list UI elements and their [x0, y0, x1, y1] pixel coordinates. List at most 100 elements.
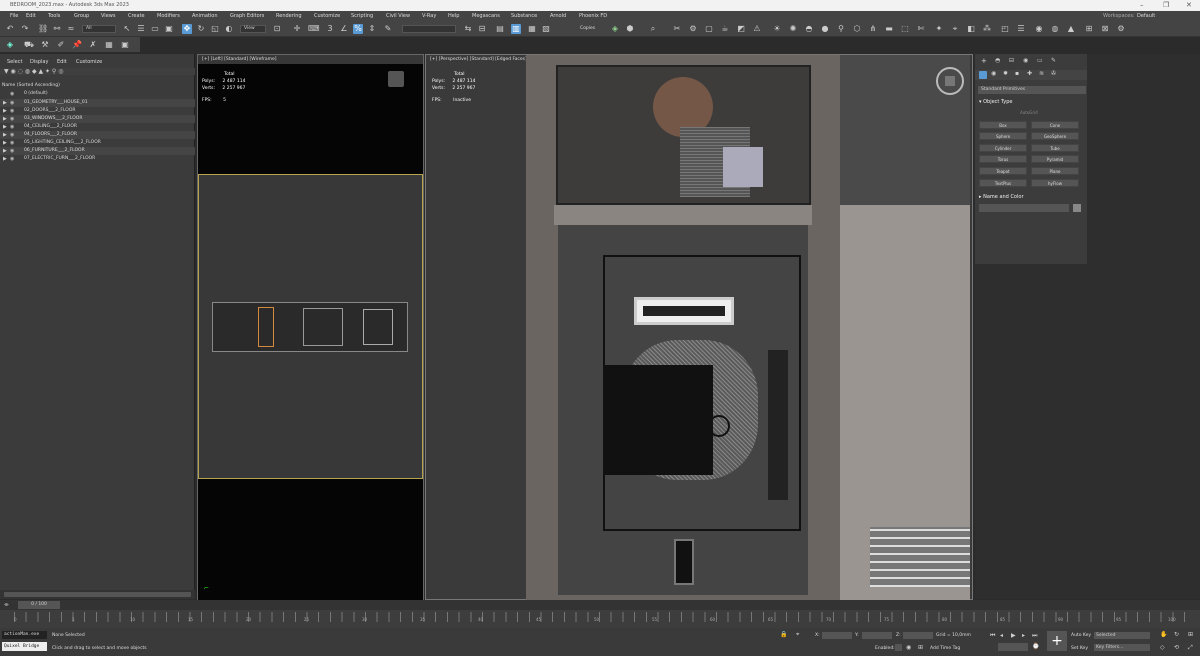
- bind-spacewarp-icon[interactable]: ≈: [66, 24, 76, 34]
- time-config-icon[interactable]: ⌯: [4, 601, 9, 609]
- utilities-tab-icon[interactable]: ✎: [1051, 57, 1056, 64]
- vray-material-icon[interactable]: ◍: [1050, 24, 1060, 34]
- eye-icon[interactable]: ◉: [10, 107, 14, 115]
- brush-icon[interactable]: ✐: [56, 40, 66, 50]
- expand-arrow-icon[interactable]: ▶: [3, 115, 7, 123]
- maximize-icon[interactable]: ❐: [1163, 1, 1169, 9]
- frame-icon[interactable]: ▣: [120, 40, 130, 50]
- torus-button[interactable]: Torus: [979, 155, 1027, 163]
- menu-customize[interactable]: Customize: [314, 13, 340, 19]
- zoom-icon[interactable]: ⌕: [648, 24, 658, 34]
- quixel-icon[interactable]: ◈: [5, 40, 15, 50]
- play-icon[interactable]: ▶: [1011, 632, 1016, 639]
- expand-arrow-icon[interactable]: ▶: [3, 131, 7, 139]
- lock-icon[interactable]: 🔒: [780, 631, 787, 638]
- textplus-button[interactable]: TextPlus: [979, 179, 1027, 187]
- menu-megascans[interactable]: Megascans: [472, 13, 500, 19]
- angle-snap-icon[interactable]: ∠: [339, 24, 349, 34]
- cylinder-button[interactable]: Cylinder: [979, 144, 1027, 152]
- autogrid-checkbox[interactable]: AutoGrid: [1020, 110, 1038, 115]
- set-key-icon[interactable]: +: [1047, 631, 1067, 651]
- close-icon[interactable]: ✕: [1186, 1, 1192, 9]
- minimize-icon[interactable]: –: [1140, 1, 1144, 9]
- expand-arrow-icon[interactable]: ▶: [3, 99, 7, 107]
- vray-camera-icon[interactable]: ⌖: [950, 24, 960, 34]
- viewport-perspective[interactable]: [+] [Perspective] [Standard] [Edged Face…: [425, 54, 973, 601]
- layer-row[interactable]: ▶ ◉ 03_WINDOWS___2_FLOOR: [0, 115, 195, 123]
- menu-file[interactable]: File: [10, 13, 18, 19]
- select-manipulate-icon[interactable]: ✛: [292, 24, 302, 34]
- geosphere-button[interactable]: GeoSphere: [1031, 132, 1079, 140]
- object-color-swatch[interactable]: [1073, 204, 1081, 212]
- layer-row[interactable]: ▶ ◉ 07_ELECTRIC_FURN___2_FLOOR: [0, 155, 195, 163]
- snaps-toggle-icon[interactable]: 3: [325, 24, 335, 34]
- sort-header[interactable]: Name (Sorted Ascending): [0, 83, 195, 90]
- cone-button[interactable]: Cone: [1031, 121, 1079, 129]
- add-time-tag[interactable]: Add Time Tag: [930, 646, 960, 651]
- spacewarps-icon[interactable]: ≋: [1039, 70, 1044, 77]
- vray-icon[interactable]: ◈: [610, 24, 620, 34]
- vray-toon-icon[interactable]: ▲: [1066, 24, 1076, 34]
- layer-row[interactable]: ▶ ◉ 04_FLOORS___2_FLOOR: [0, 131, 195, 139]
- tab-display[interactable]: Display: [30, 59, 48, 65]
- expand-arrow-icon[interactable]: ▶: [3, 107, 7, 115]
- eye-icon[interactable]: ◉: [10, 99, 14, 107]
- spinner-snap-icon[interactable]: ⇕: [367, 24, 377, 34]
- vray-lister-icon[interactable]: ☰: [1016, 24, 1026, 34]
- menu-civil-view[interactable]: Civil View: [386, 13, 410, 19]
- redo-icon[interactable]: ↷: [20, 24, 30, 34]
- percent-snap-icon[interactable]: %: [353, 24, 363, 34]
- time-tag-icon[interactable]: ⊞: [918, 644, 923, 651]
- z-coord-field[interactable]: [903, 632, 933, 639]
- orbit-icon[interactable]: ↻: [1174, 631, 1179, 638]
- set-key-button[interactable]: Set Key: [1071, 646, 1088, 651]
- eye-icon[interactable]: ◉: [10, 147, 14, 155]
- render-production-icon[interactable]: ◩: [736, 24, 746, 34]
- warning-icon[interactable]: ⚠: [752, 24, 762, 34]
- layer-row[interactable]: ▶ ◉ 05_LIGHTING_CEILING___2_FLOOR: [0, 139, 195, 147]
- vray-sphere-icon[interactable]: ●: [820, 24, 830, 34]
- box-button[interactable]: Box: [979, 121, 1027, 129]
- viewcube-face[interactable]: [945, 76, 955, 86]
- geometry-icon[interactable]: [979, 71, 987, 79]
- menu-group[interactable]: Group: [74, 13, 89, 19]
- unlink-icon[interactable]: ⚯: [52, 24, 62, 34]
- vray-bulb-icon[interactable]: ✦: [934, 24, 944, 34]
- menu-arnold[interactable]: Arnold: [550, 13, 566, 19]
- primitive-type-dropdown[interactable]: Standard Primitives: [978, 86, 1086, 94]
- current-frame-field[interactable]: [998, 643, 1028, 651]
- vray-clipper-icon[interactable]: ✄: [916, 24, 926, 34]
- vray-plane-icon[interactable]: ▬: [884, 24, 894, 34]
- select-by-name-icon[interactable]: ☰: [136, 24, 146, 34]
- vray-cosmos-icon[interactable]: ◉: [1034, 24, 1044, 34]
- viewcube-icon[interactable]: [936, 67, 964, 95]
- vray-mesh-icon[interactable]: ⬡: [852, 24, 862, 34]
- viewport-left[interactable]: [+] [Left] [Standard] [Wireframe] Total …: [197, 54, 424, 601]
- render-icon[interactable]: ☕: [720, 24, 730, 34]
- menu-substance[interactable]: Substance: [511, 13, 537, 19]
- layer-row[interactable]: ▶ ◉ 04_CEILING___2_FLOOR: [0, 123, 195, 131]
- eye-icon[interactable]: ◉: [10, 139, 14, 147]
- eye-icon[interactable]: ◉: [10, 123, 14, 131]
- select-place-icon[interactable]: ◐: [224, 24, 234, 34]
- menu-modifiers[interactable]: Modifiers: [157, 13, 180, 19]
- layer-explorer-icon[interactable]: ▤: [495, 24, 505, 34]
- sphere-button[interactable]: Sphere: [979, 132, 1027, 140]
- eye-icon[interactable]: ◉: [10, 90, 14, 98]
- shapes-icon[interactable]: ◉: [991, 70, 996, 77]
- vray-settings-icon[interactable]: ⚙: [1116, 24, 1126, 34]
- zoom-extents-icon[interactable]: ⊞: [1188, 631, 1193, 638]
- mirror-icon[interactable]: ⇆: [463, 24, 473, 34]
- bridge-icon[interactable]: ⛟: [24, 40, 34, 50]
- vray-sun-icon[interactable]: ✺: [788, 24, 798, 34]
- absolute-mode-icon[interactable]: ⌖: [796, 631, 799, 639]
- menu-animation[interactable]: Animation: [192, 13, 218, 19]
- link-icon[interactable]: ⛓: [38, 24, 48, 34]
- menu-views[interactable]: Views: [101, 13, 115, 19]
- menu-help[interactable]: Help: [448, 13, 459, 19]
- y-coord-field[interactable]: [862, 632, 892, 639]
- selection-filter-dropdown[interactable]: All: [82, 25, 116, 33]
- tube-button[interactable]: Tube: [1031, 144, 1079, 152]
- eye-icon[interactable]: ◉: [10, 131, 14, 139]
- viewport-label[interactable]: [+] [Left] [Standard] [Wireframe]: [202, 57, 277, 62]
